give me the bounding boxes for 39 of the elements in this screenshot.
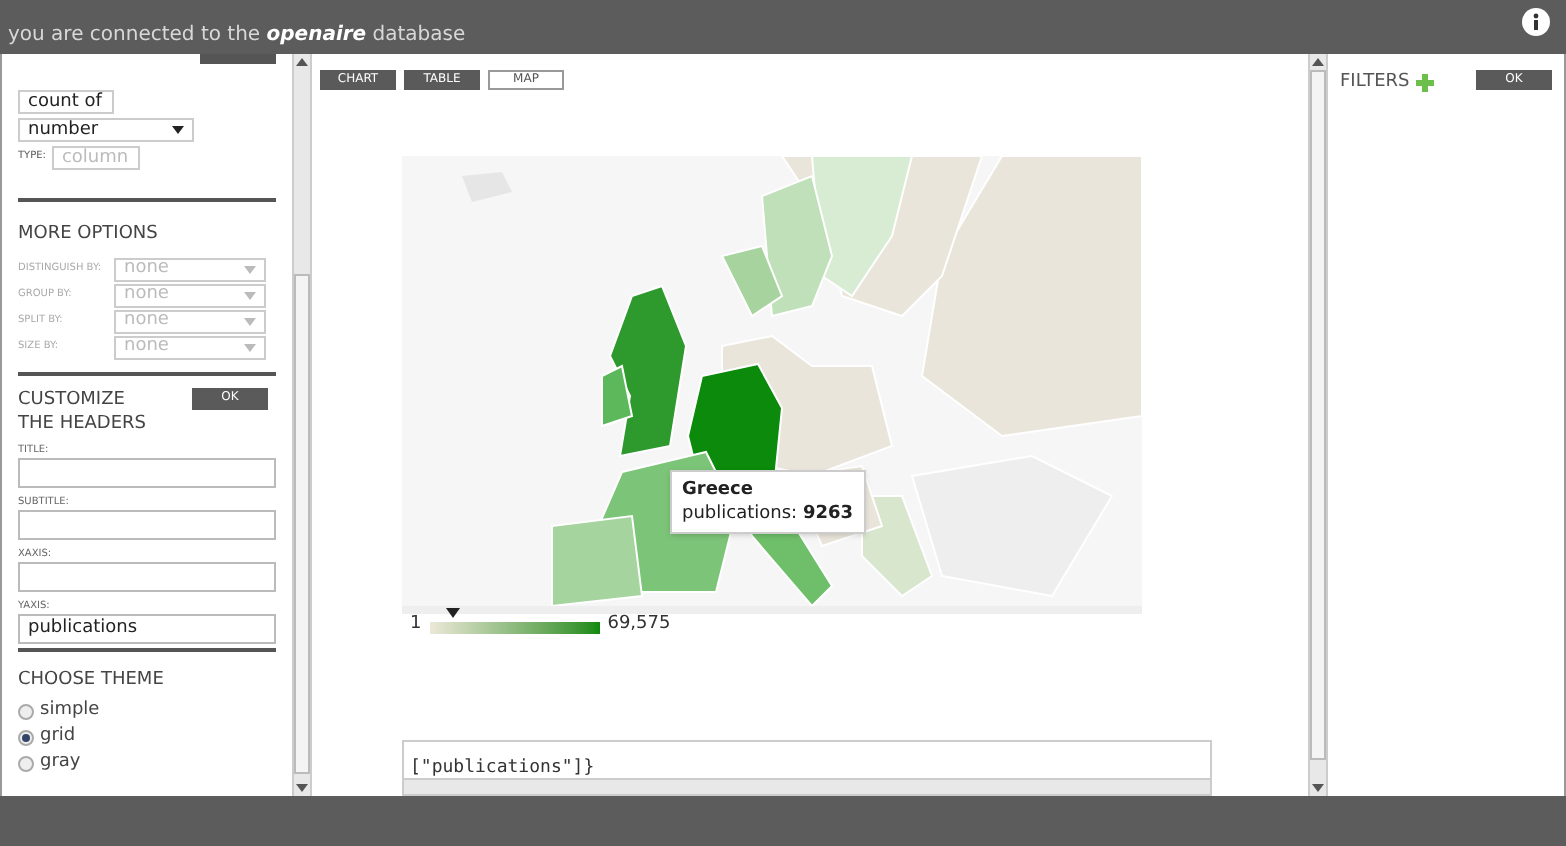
legend-max: 69,575 (607, 616, 671, 634)
aggregate-select[interactable]: count of (18, 90, 114, 114)
header-input[interactable] (18, 509, 276, 539)
radio-button[interactable] (18, 729, 34, 745)
scrollbar[interactable] (1308, 54, 1328, 796)
theme-label: grid (40, 723, 76, 750)
radio-button[interactable] (18, 755, 34, 771)
filters-title: FILTERS (1340, 70, 1410, 96)
caret-icon (244, 291, 256, 299)
legend-min: 1 (410, 616, 422, 634)
section-title: MORE OPTIONS (18, 222, 160, 248)
scroll-up-icon[interactable] (1312, 58, 1324, 66)
field-select[interactable]: number (18, 118, 194, 142)
caret-icon (172, 126, 184, 134)
scroll-down-icon[interactable] (296, 784, 308, 792)
section-title: CUSTOMIZE THE HEADERS (18, 387, 149, 435)
code-text: ["publications"]} (410, 760, 595, 778)
scrollbar[interactable] (292, 54, 312, 796)
add-icon[interactable] (1415, 74, 1434, 93)
section-title: CHOOSE THEME (18, 667, 166, 693)
caret-icon (244, 265, 256, 273)
connection-status: you are connected to the openaire database (8, 22, 466, 50)
scrollbar-thumb[interactable] (294, 274, 310, 774)
header-input[interactable]: publications (18, 613, 276, 643)
radio-button[interactable] (18, 703, 34, 719)
theme-label: gray (40, 749, 81, 776)
scroll-up-icon[interactable] (296, 58, 308, 66)
header-input[interactable] (18, 561, 276, 591)
theme-label: simple (40, 697, 100, 724)
tooltip-value: publications: 9263 (682, 502, 853, 526)
caret-icon (244, 343, 256, 351)
tooltip-title: Greece (682, 478, 755, 502)
info-icon[interactable] (1522, 8, 1550, 36)
horizontal-scrollbar[interactable] (404, 778, 1210, 794)
code-editor[interactable]: ["publications"]} (402, 740, 1212, 796)
scrollbar-thumb[interactable] (1310, 70, 1326, 760)
scroll-down-icon[interactable] (1312, 784, 1324, 792)
caret-icon (244, 317, 256, 325)
header-input[interactable] (18, 457, 276, 487)
